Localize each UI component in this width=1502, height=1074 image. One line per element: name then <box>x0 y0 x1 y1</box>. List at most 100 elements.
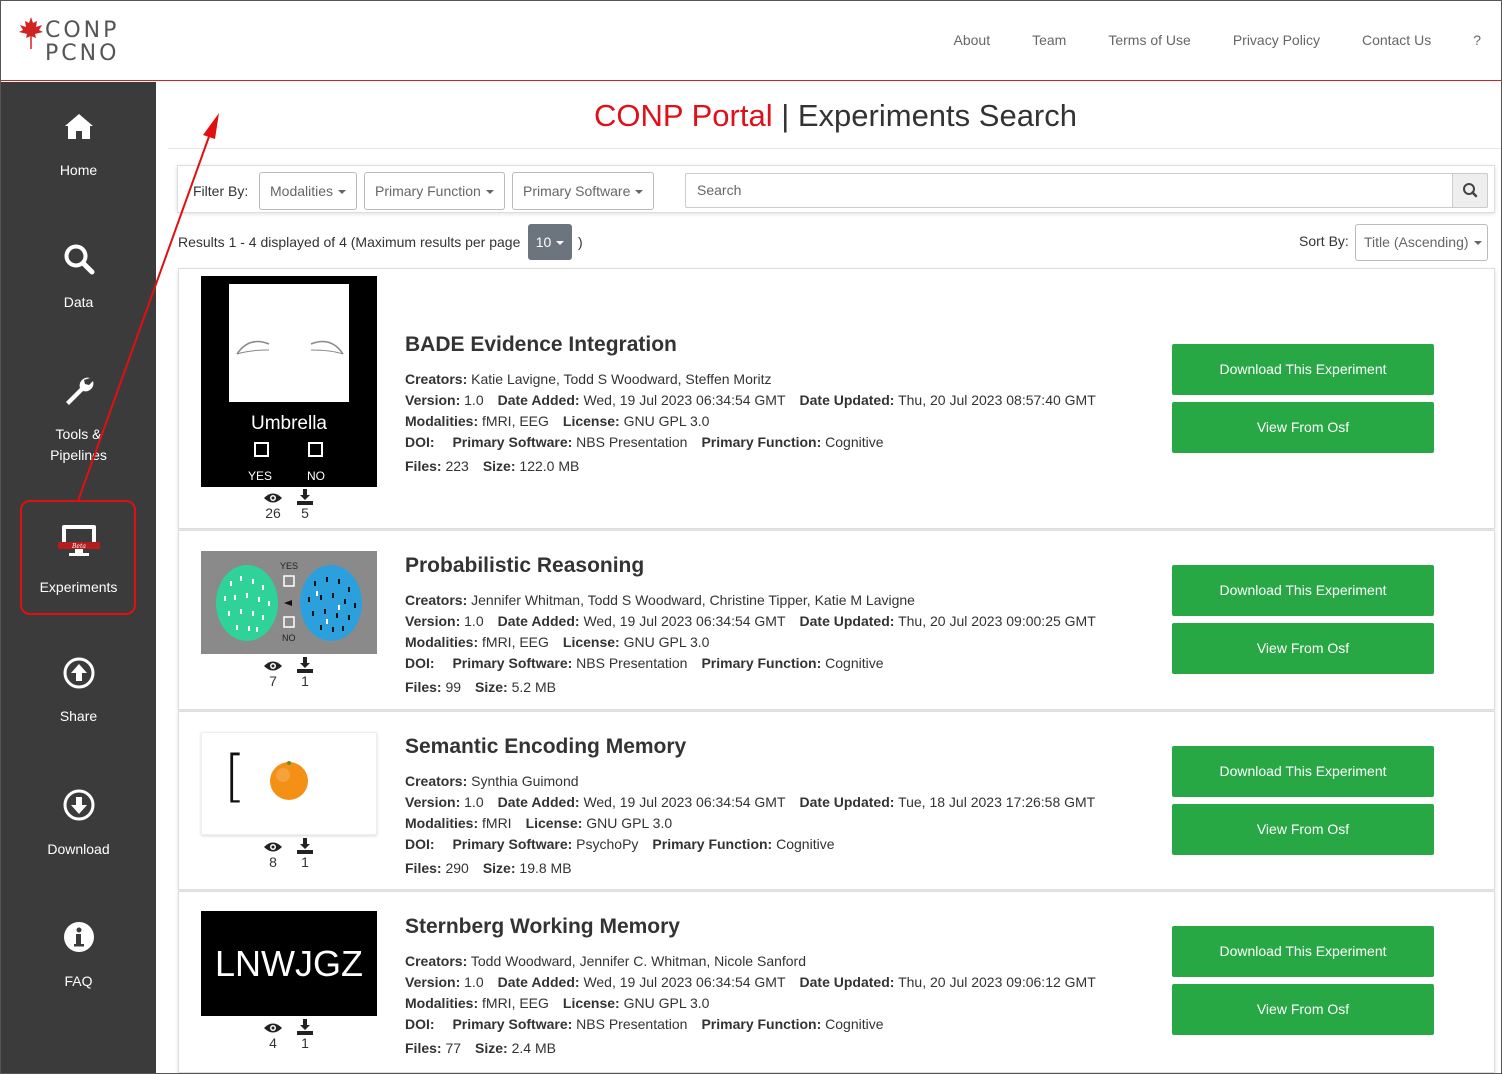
download-icon <box>297 657 313 673</box>
views-count: 8 <box>269 854 277 870</box>
creators-label: Creators: <box>405 773 468 789</box>
creators-value: Synthia Guimond <box>471 773 579 789</box>
page-title: CONP Portal | Experiments Search <box>168 98 1501 149</box>
experiment-card: LNWJGZ 4 1 Sternberg Working Memory Crea… <box>178 891 1495 1073</box>
chevron-down-icon <box>338 190 347 195</box>
download-experiment-button[interactable]: Download This Experiment <box>1172 926 1434 977</box>
primary-function-label: Primary Function: <box>701 434 822 450</box>
experiment-metadata: Creators: Synthia Guimond Version: 1.0 Da… <box>405 771 1095 879</box>
primary-function-value: Cognitive <box>825 434 884 450</box>
sidebar-item-faq[interactable]: FAQ <box>1 920 156 992</box>
version-label: Version: <box>405 974 461 990</box>
search-button[interactable] <box>1452 173 1488 208</box>
sidebar-item-tools[interactable]: Tools & Pipelines <box>1 374 156 466</box>
thumbnail-yes-label: YES <box>248 469 273 483</box>
download-experiment-button[interactable]: Download This Experiment <box>1172 746 1434 797</box>
modalities-value: fMRI, EEG <box>482 413 549 429</box>
experiment-thumbnail[interactable]: Umbrella YES NO <box>201 276 377 487</box>
experiment-thumbnail[interactable]: LNWJGZ <box>201 911 377 1016</box>
version-label: Version: <box>405 392 461 408</box>
sort-dropdown-value: Title (Ascending) <box>1364 234 1469 250</box>
sidebar-item-download[interactable]: Download <box>1 788 156 860</box>
chevron-down-icon <box>485 190 494 195</box>
experiment-title[interactable]: Semantic Encoding Memory <box>405 735 686 759</box>
info-circle-icon <box>63 922 94 952</box>
thumbnail-no-label: NO <box>307 469 325 483</box>
sidebar-label-faq: FAQ <box>64 973 93 989</box>
license-label: License: <box>562 995 620 1011</box>
conp-logo[interactable]: CONP PCNO <box>17 15 127 71</box>
downloads-stat: 1 <box>294 838 316 870</box>
modalities-label: Modalities: <box>405 995 479 1011</box>
page-title-separator: | <box>772 98 798 133</box>
version-label: Version: <box>405 613 461 629</box>
eye-icon <box>264 493 282 503</box>
download-circle-icon <box>63 789 94 821</box>
experiment-title[interactable]: BADE Evidence Integration <box>405 333 677 357</box>
download-icon <box>297 489 313 505</box>
thumbnail-word: LNWJGZ <box>215 943 363 984</box>
files-value: 223 <box>445 458 469 474</box>
chevron-down-icon <box>635 190 644 195</box>
license-label: License: <box>525 815 583 831</box>
logo-line-2: PCNO <box>45 41 120 66</box>
date-updated-value: Thu, 20 Jul 2023 08:57:40 GMT <box>898 392 1096 408</box>
view-from-osf-button[interactable]: View From Osf <box>1172 804 1434 855</box>
download-experiment-button[interactable]: Download This Experiment <box>1172 565 1434 616</box>
modalities-value: fMRI, EEG <box>482 634 549 650</box>
experiment-title[interactable]: Probabilistic Reasoning <box>405 554 644 578</box>
date-updated-value: Tue, 18 Jul 2023 17:26:58 GMT <box>898 794 1096 810</box>
filter-bar: Filter By: Modalities Primary Function P… <box>177 165 1495 213</box>
nav-about-link[interactable]: About <box>954 32 991 48</box>
sidebar-item-data[interactable]: Data <box>1 242 156 313</box>
search-input[interactable]: Search <box>685 173 1488 208</box>
experiment-thumbnail[interactable]: [ <box>201 732 377 835</box>
date-added-value: Wed, 19 Jul 2023 06:34:54 GMT <box>583 613 786 629</box>
files-label: Files: <box>405 679 442 695</box>
nav-terms-link[interactable]: Terms of Use <box>1108 32 1190 48</box>
creators-label: Creators: <box>405 371 468 387</box>
creators-label: Creators: <box>405 953 468 969</box>
search-icon <box>64 244 94 275</box>
experiment-thumbnail[interactable]: YES NO <box>201 551 377 654</box>
nav-help-link[interactable]: ? <box>1473 32 1481 48</box>
views-count: 7 <box>269 673 277 689</box>
view-from-osf-button[interactable]: View From Osf <box>1172 402 1434 453</box>
download-icon <box>297 1019 313 1035</box>
nav-privacy-link[interactable]: Privacy Policy <box>1233 32 1320 48</box>
download-experiment-button[interactable]: Download This Experiment <box>1172 344 1434 395</box>
size-label: Size: <box>482 860 516 876</box>
primary-function-value: Cognitive <box>776 836 835 852</box>
primary-function-dropdown[interactable]: Primary Function <box>364 172 505 210</box>
sort-dropdown[interactable]: Title (Ascending) <box>1355 224 1488 261</box>
sidebar-item-home[interactable]: Home <box>1 110 156 181</box>
results-per-page-value: 10 <box>535 234 552 250</box>
downloads-stat: 1 <box>294 657 316 689</box>
date-added-value: Wed, 19 Jul 2023 06:34:54 GMT <box>583 794 786 810</box>
thumbnail-word: Umbrella <box>250 413 328 434</box>
view-from-osf-button[interactable]: View From Osf <box>1172 623 1434 674</box>
experiment-title[interactable]: Sternberg Working Memory <box>405 915 680 939</box>
page-title-brand: CONP Portal <box>593 98 773 133</box>
results-per-page-dropdown[interactable]: 10 <box>528 224 572 260</box>
modalities-value: fMRI, EEG <box>482 995 549 1011</box>
license-label: License: <box>562 634 620 650</box>
size-label: Size: <box>475 679 508 695</box>
experiment-metadata: Creators: Katie Lavigne, Todd S Woodward… <box>405 369 1096 477</box>
nav-team-link[interactable]: Team <box>1032 32 1066 48</box>
sidebar-item-share[interactable]: Share <box>1 656 156 727</box>
views-count: 4 <box>269 1035 277 1051</box>
nav-contact-link[interactable]: Contact Us <box>1362 32 1431 48</box>
primary-software-dropdown[interactable]: Primary Software <box>512 172 655 210</box>
view-from-osf-button[interactable]: View From Osf <box>1172 984 1434 1035</box>
downloads-count: 1 <box>301 1035 309 1051</box>
downloads-count: 1 <box>301 854 309 870</box>
doi-label: DOI: <box>405 655 435 671</box>
creators-value: Jennifer Whitman, Todd S Woodward, Chris… <box>471 592 915 608</box>
eye-icon <box>264 1023 282 1033</box>
date-added-label: Date Added: <box>497 974 580 990</box>
home-icon <box>64 114 93 139</box>
primary-software-value: NBS Presentation <box>576 1016 688 1032</box>
date-updated-label: Date Updated: <box>799 974 895 990</box>
modalities-dropdown[interactable]: Modalities <box>259 172 358 210</box>
